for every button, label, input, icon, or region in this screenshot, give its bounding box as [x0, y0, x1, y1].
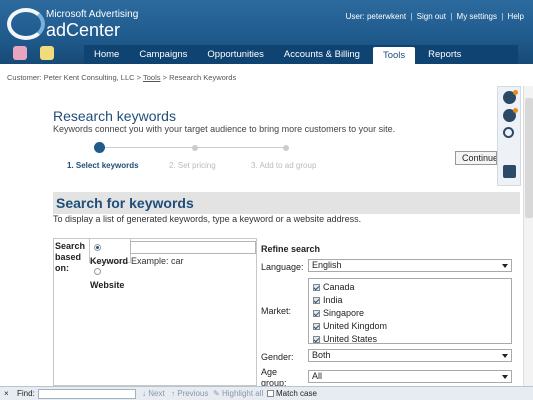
tab-reports[interactable]: Reports	[418, 45, 471, 64]
refine-search-title: Refine search	[261, 244, 321, 254]
my-settings-link[interactable]: My settings	[457, 12, 497, 21]
page-title: Research keywords	[53, 108, 176, 124]
dropdown-arrow-icon	[502, 354, 508, 358]
notification-icon[interactable]	[13, 46, 27, 60]
keyword-input[interactable]	[130, 241, 256, 254]
checkbox-checked-icon[interactable]	[313, 336, 320, 343]
find-previous-button[interactable]: ↑ Previous	[171, 389, 208, 398]
step-2-label: 2. Set pricing	[169, 161, 216, 170]
step-1-indicator	[94, 142, 105, 153]
find-input[interactable]	[38, 389, 136, 399]
continue-button[interactable]: Continue	[455, 151, 497, 165]
dropdown-arrow-icon	[502, 264, 508, 268]
market-label-text: Singapore	[323, 308, 365, 318]
website-option-label: Website	[90, 280, 125, 290]
language-select[interactable]: English	[308, 259, 512, 272]
gender-value: Both	[312, 350, 331, 360]
language-value: English	[312, 260, 342, 270]
market-label-text: Canada	[323, 282, 355, 292]
separator: |	[501, 12, 504, 21]
gender-label: Gender:	[261, 352, 294, 362]
tab-accounts-billing[interactable]: Accounts & Billing	[274, 45, 370, 64]
market-item-united-states[interactable]: United States	[313, 334, 377, 344]
find-label: Find:	[17, 389, 35, 398]
find-bar: × Find: ↓ Next ↑ Previous ✎ Highlight al…	[0, 386, 533, 400]
tab-opportunities[interactable]: Opportunities	[197, 45, 274, 64]
checkbox-icon[interactable]	[267, 390, 274, 397]
gender-select[interactable]: Both	[308, 349, 512, 362]
market-item-singapore[interactable]: Singapore	[313, 308, 364, 318]
find-next-label: Next	[148, 389, 165, 398]
help-link[interactable]: Help	[508, 12, 524, 21]
market-list[interactable]: Canada India Singapore United Kingdom Un…	[308, 278, 512, 344]
breadcrumb-separator: >	[162, 73, 167, 82]
market-item-india[interactable]: India	[313, 295, 343, 305]
search-icon[interactable]	[503, 127, 514, 138]
highlight-all-button[interactable]: ✎ Highlight all	[213, 389, 263, 398]
step-3-indicator	[283, 145, 289, 151]
help-icon[interactable]	[503, 108, 518, 122]
close-icon[interactable]: ×	[4, 389, 9, 398]
checkbox-checked-icon[interactable]	[313, 323, 320, 330]
breadcrumb-separator: >	[136, 73, 142, 82]
tool-rail	[497, 86, 521, 186]
step-1-label: 1. Select keywords	[67, 161, 139, 170]
market-label-text: United Kingdom	[323, 321, 388, 331]
vertical-scrollbar[interactable]	[523, 86, 533, 386]
breadcrumb-customer: Customer: Peter Kent Consulting, LLC	[7, 73, 135, 82]
checkbox-checked-icon[interactable]	[313, 310, 320, 317]
dropdown-arrow-icon	[502, 375, 508, 379]
message-icon[interactable]	[40, 46, 54, 60]
section-title: Search for keywords	[56, 195, 194, 211]
breadcrumb-tools-link[interactable]: Tools	[143, 73, 161, 82]
age-group-select[interactable]: All	[308, 370, 512, 383]
market-label-text: United States	[323, 334, 378, 344]
breadcrumb: Customer: Peter Kent Consulting, LLC > T…	[7, 73, 236, 82]
find-next-button[interactable]: ↓ Next	[142, 389, 165, 398]
match-case-label: Match case	[276, 389, 317, 398]
search-based-on-label: Search based on:	[55, 241, 86, 273]
notes-icon[interactable]	[503, 165, 516, 178]
tab-tools[interactable]: Tools	[372, 47, 416, 64]
market-item-canada[interactable]: Canada	[313, 282, 355, 292]
microsoft-logo-icon	[7, 8, 45, 40]
tab-home[interactable]: Home	[84, 45, 129, 64]
user-name: User: peterwkent	[345, 12, 407, 21]
breadcrumb-current: Research Keywords	[169, 73, 237, 82]
market-label: Market:	[261, 306, 292, 316]
brand-name: Microsoft Advertising	[46, 9, 139, 20]
market-label-text: India	[323, 295, 343, 305]
checkbox-checked-icon[interactable]	[313, 284, 320, 291]
separator: |	[410, 12, 413, 21]
age-group-value: All	[312, 371, 323, 381]
market-item-united-kingdom[interactable]: United Kingdom	[313, 321, 387, 331]
keyword-radio[interactable]	[94, 244, 101, 251]
website-radio[interactable]	[94, 268, 101, 275]
page-subtitle: Keywords connect you with your target au…	[53, 124, 396, 134]
tab-campaigns[interactable]: Campaigns	[129, 45, 197, 64]
keyword-option-label: Keyword	[90, 256, 129, 266]
section-description: To display a list of generated keywords,…	[53, 214, 362, 224]
language-label: Language:	[261, 262, 304, 272]
separator: |	[450, 12, 453, 21]
main-nav: Home Campaigns Opportunities Accounts & …	[84, 45, 518, 64]
step-3-label: 3. Add to ad group	[251, 161, 317, 170]
checkbox-checked-icon[interactable]	[313, 297, 320, 304]
product-name: adCenter	[46, 20, 121, 40]
app-header: Microsoft Advertising adCenter User: pet…	[0, 0, 533, 64]
sign-out-link[interactable]: Sign out	[417, 12, 446, 21]
scroll-up-icon[interactable]	[525, 87, 533, 95]
step-2-indicator	[192, 145, 198, 151]
keyword-example: Example: car	[131, 256, 184, 266]
info-icon[interactable]	[503, 90, 518, 104]
find-previous-label: Previous	[177, 389, 209, 398]
match-case-checkbox[interactable]: Match case	[267, 389, 317, 398]
user-links: User: peterwkent | Sign out | My setting…	[345, 12, 525, 21]
scroll-thumb[interactable]	[525, 98, 533, 218]
highlight-all-label: Highlight all	[221, 389, 264, 398]
